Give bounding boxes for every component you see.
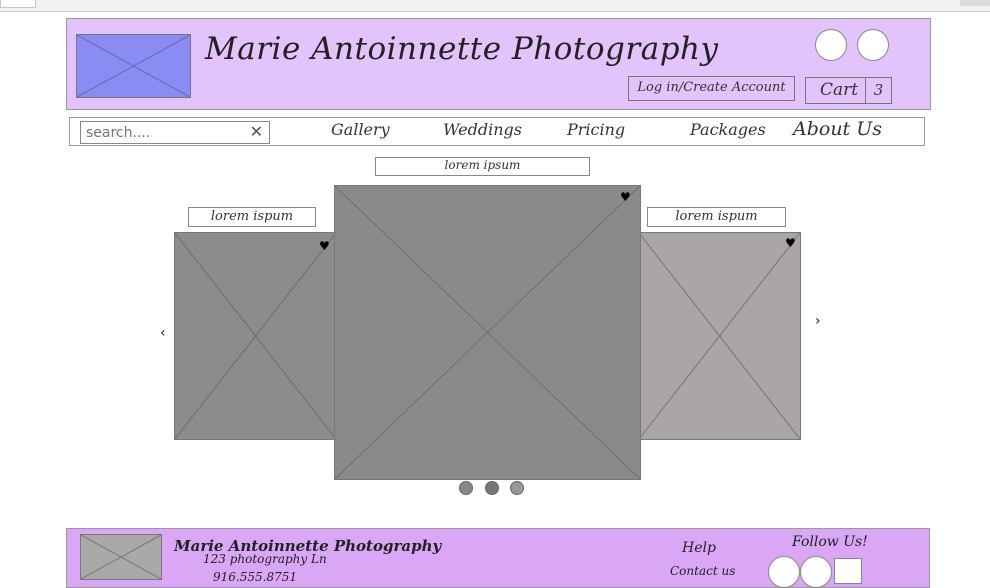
nav-link-weddings[interactable]: Weddings <box>443 120 522 139</box>
nav-link-packages[interactable]: Packages <box>690 120 766 139</box>
login-create-account-button[interactable]: Log in/Create Account <box>628 76 795 101</box>
search-box: ✕ <box>80 121 270 144</box>
footer-contact-link[interactable]: Contact us <box>670 564 735 578</box>
carousel-dot-3[interactable] <box>510 481 524 495</box>
site-footer: Marie Antoinnette Photography 123 photog… <box>66 528 930 588</box>
right-image-caption: lorem ispum <box>647 207 786 227</box>
site-title: Marie Antoinnette Photography <box>205 31 719 67</box>
left-image-caption: lorem ispum <box>188 207 316 227</box>
clear-search-icon[interactable]: ✕ <box>250 122 263 141</box>
social-circle-icon[interactable] <box>815 29 847 61</box>
placeholder-cross-icon <box>81 535 161 579</box>
carousel-dot-2[interactable] <box>485 481 499 495</box>
nav-link-gallery[interactable]: Gallery <box>331 120 390 139</box>
favorite-heart-icon[interactable]: ♥ <box>785 237 796 249</box>
footer-address: 123 photography Ln <box>203 552 327 566</box>
footer-help-link[interactable]: Help <box>682 540 716 556</box>
carousel-next-arrow-icon[interactable]: › <box>815 313 821 329</box>
carousel-prev-arrow-icon[interactable]: ‹ <box>160 325 166 341</box>
main-image-caption: lorem ipsum <box>375 157 590 176</box>
favorite-heart-icon[interactable]: ♥ <box>319 240 330 252</box>
carousel-image-main[interactable]: ♥ <box>334 185 641 480</box>
placeholder-cross-icon <box>77 35 190 97</box>
placeholder-cross-icon <box>335 186 640 479</box>
footer-logo-placeholder[interactable] <box>80 534 162 580</box>
favorite-heart-icon[interactable]: ♥ <box>620 191 631 203</box>
nav-link-pricing[interactable]: Pricing <box>567 120 625 139</box>
browser-top-strip <box>0 0 990 12</box>
footer-follow-heading: Follow Us! <box>792 534 868 550</box>
footer-social-square-icon[interactable] <box>834 558 862 584</box>
browser-scroll-handle[interactable] <box>960 0 990 6</box>
main-navigation: ✕ Gallery Weddings Pricing Packages Abou… <box>69 117 925 146</box>
social-circle-icon[interactable] <box>857 29 889 61</box>
placeholder-cross-icon <box>175 233 336 439</box>
carousel-image-left[interactable]: ♥ <box>174 232 337 440</box>
carousel-dot-1[interactable] <box>459 481 473 495</box>
search-input[interactable] <box>81 123 236 143</box>
footer-phone: 916.555.8751 <box>213 570 297 584</box>
browser-tab[interactable] <box>0 0 36 8</box>
footer-social-circle-icon[interactable] <box>768 556 800 588</box>
carousel-image-right[interactable]: ♥ <box>638 232 801 440</box>
placeholder-cross-icon <box>639 233 800 439</box>
logo-image-placeholder[interactable] <box>76 34 191 98</box>
site-header: Marie Antoinnette Photography Log in/Cre… <box>66 18 931 110</box>
nav-link-about-us[interactable]: About Us <box>793 118 882 140</box>
cart-count-badge: 3 <box>865 77 892 104</box>
footer-social-circle-icon[interactable] <box>800 556 832 588</box>
